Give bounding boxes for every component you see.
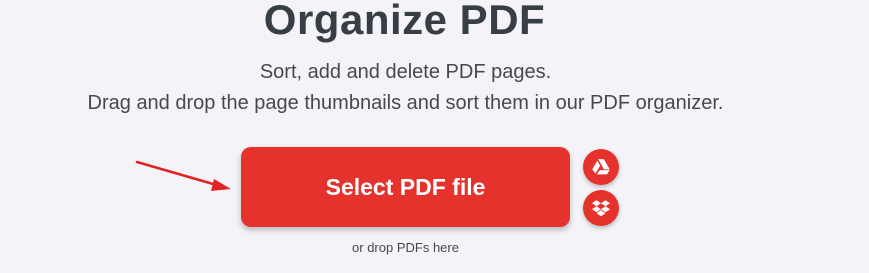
select-pdf-file-button[interactable]: Select PDF file (241, 147, 570, 227)
page-title: Organize PDF (263, 0, 546, 43)
page-subtitle-line-2: Drag and drop the page thumbnails and so… (87, 92, 724, 114)
dropbox-button[interactable] (583, 190, 619, 226)
google-drive-icon (592, 159, 610, 175)
dropbox-icon (592, 199, 610, 216)
annotation-arrow-icon (135, 160, 231, 191)
page-subtitle-line-1: Sort, add and delete PDF pages. (259, 61, 552, 83)
google-drive-button[interactable] (583, 149, 619, 185)
select-pdf-file-label: Select PDF file (325, 173, 486, 200)
drop-files-hint: or drop PDFs here (352, 240, 459, 255)
